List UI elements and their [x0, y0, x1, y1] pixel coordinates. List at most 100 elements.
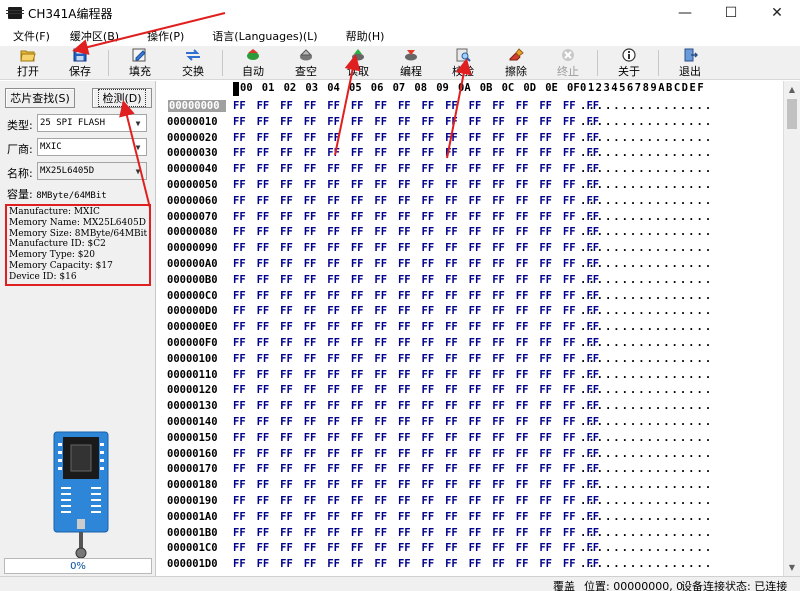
menu-help[interactable]: 帮助(H)	[333, 28, 392, 44]
hex-row[interactable]: 00000130 FF FF FF FF FF FF FF FF FF FF FF…	[157, 398, 783, 414]
hex-row[interactable]: 00000110 FF FF FF FF FF FF FF FF FF FF FF…	[157, 367, 783, 383]
hex-bytes[interactable]: FF FF FF FF FF FF FF FF FF FF FF FF FF F…	[233, 147, 599, 159]
hex-row[interactable]: 00000090 FF FF FF FF FF FF FF FF FF FF FF…	[157, 240, 783, 256]
hex-bytes[interactable]: FF FF FF FF FF FF FF FF FF FF FF FF FF F…	[233, 416, 599, 428]
hex-bytes[interactable]: FF FF FF FF FF FF FF FF FF FF FF FF FF F…	[233, 448, 599, 460]
hex-ascii[interactable]: ................	[580, 132, 713, 144]
save-button[interactable]: 保存	[55, 47, 105, 79]
blank-check-button[interactable]: 查空	[281, 47, 331, 79]
verify-button[interactable]: 校验	[438, 47, 488, 79]
hex-ascii[interactable]: ................	[580, 226, 713, 238]
close-button[interactable]: ✕	[754, 0, 800, 26]
hex-bytes[interactable]: FF FF FF FF FF FF FF FF FF FF FF FF FF F…	[233, 226, 599, 238]
vendor-select[interactable]: MXIC ▼	[37, 138, 147, 156]
hex-bytes[interactable]: FF FF FF FF FF FF FF FF FF FF FF FF FF F…	[233, 479, 599, 491]
hex-ascii[interactable]: ................	[580, 448, 713, 460]
hex-editor[interactable]: 00 01 02 03 04 05 06 07 08 09 0A 0B 0C 0D 0E 0F 01234567…	[157, 81, 783, 576]
hex-row[interactable]: 00000160 FF FF FF FF FF FF FF FF FF FF FF…	[157, 446, 783, 462]
open-button[interactable]: 打开	[3, 47, 53, 79]
hex-ascii[interactable]: ................	[580, 179, 713, 191]
hex-ascii[interactable]: ................	[580, 511, 713, 523]
hex-bytes[interactable]: FF FF FF FF FF FF FF FF FF FF FF FF FF F…	[233, 321, 599, 333]
hex-bytes[interactable]: FF FF FF FF FF FF FF FF FF FF FF FF FF F…	[233, 495, 599, 507]
hex-ascii[interactable]: ................	[580, 527, 713, 539]
hex-bytes[interactable]: FF FF FF FF FF FF FF FF FF FF FF FF FF F…	[233, 258, 599, 270]
exit-button[interactable]: 退出	[665, 47, 715, 79]
type-select[interactable]: 25 SPI FLASH ▼	[37, 114, 147, 132]
hex-row[interactable]: 00000180 FF FF FF FF FF FF FF FF FF FF FF…	[157, 477, 783, 493]
hex-row[interactable]: 00000040 FF FF FF FF FF FF FF FF FF FF FF…	[157, 161, 783, 177]
hex-bytes[interactable]: FF FF FF FF FF FF FF FF FF FF FF FF FF F…	[233, 432, 599, 444]
hex-bytes[interactable]: FF FF FF FF FF FF FF FF FF FF FF FF FF F…	[233, 558, 599, 570]
hex-row[interactable]: 000000B0 FF FF FF FF FF FF FF FF FF FF FF…	[157, 272, 783, 288]
hex-bytes[interactable]: FF FF FF FF FF FF FF FF FF FF FF FF FF F…	[233, 179, 599, 191]
hex-ascii[interactable]: ................	[580, 337, 713, 349]
auto-button[interactable]: 自动	[228, 47, 278, 79]
hex-row[interactable]: 000001A0 FF FF FF FF FF FF FF FF FF FF FF…	[157, 509, 783, 525]
hex-row[interactable]: 000000D0 FF FF FF FF FF FF FF FF FF FF FF…	[157, 303, 783, 319]
chip-search-button[interactable]: 芯片查找(S)	[5, 88, 75, 108]
hex-row[interactable]: 00000020 FF FF FF FF FF FF FF FF FF FF FF…	[157, 130, 783, 146]
menu-file[interactable]: 文件(F)	[0, 28, 57, 44]
menu-language[interactable]: 语言(Languages)(L)	[199, 28, 324, 44]
erase-button[interactable]: 擦除	[491, 47, 541, 79]
hex-row[interactable]: 00000120 FF FF FF FF FF FF FF FF FF FF FF…	[157, 382, 783, 398]
hex-bytes[interactable]: FF FF FF FF FF FF FF FF FF FF FF FF FF F…	[233, 242, 599, 254]
hex-row[interactable]: 00000140 FF FF FF FF FF FF FF FF FF FF FF…	[157, 414, 783, 430]
detect-button[interactable]: 检测(D)	[92, 88, 152, 108]
hex-ascii[interactable]: ................	[580, 463, 713, 475]
hex-row[interactable]: 000001B0 FF FF FF FF FF FF FF FF FF FF FF…	[157, 525, 783, 541]
hex-bytes[interactable]: FF FF FF FF FF FF FF FF FF FF FF FF FF F…	[233, 384, 599, 396]
minimize-button[interactable]: —	[662, 0, 708, 26]
hex-bytes[interactable]: FF FF FF FF FF FF FF FF FF FF FF FF FF F…	[233, 542, 599, 554]
hex-bytes[interactable]: FF FF FF FF FF FF FF FF FF FF FF FF FF F…	[233, 527, 599, 539]
hex-ascii[interactable]: ................	[580, 116, 713, 128]
hex-row[interactable]: 000001C0 FF FF FF FF FF FF FF FF FF FF FF…	[157, 540, 783, 556]
hex-row[interactable]: 00000050 FF FF FF FF FF FF FF FF FF FF FF…	[157, 177, 783, 193]
hex-ascii[interactable]: ................	[580, 211, 713, 223]
hex-row[interactable]: 00000070 FF FF FF FF FF FF FF FF FF FF FF…	[157, 209, 783, 225]
hex-row[interactable]: 000001D0 FF FF FF FF FF FF FF FF FF FF FF…	[157, 556, 783, 572]
hex-ascii[interactable]: ................	[580, 400, 713, 412]
hex-ascii[interactable]: ................	[580, 195, 713, 207]
hex-ascii[interactable]: ................	[580, 416, 713, 428]
hex-bytes[interactable]: FF FF FF FF FF FF FF FF FF FF FF FF FF F…	[233, 305, 599, 317]
hex-ascii[interactable]: ................	[580, 305, 713, 317]
hex-bytes[interactable]: FF FF FF FF FF FF FF FF FF FF FF FF FF F…	[233, 400, 599, 412]
name-select[interactable]: MX25L6405D ▼	[37, 162, 147, 180]
hex-bytes[interactable]: FF FF FF FF FF FF FF FF FF FF FF FF FF F…	[233, 369, 599, 381]
menu-operation[interactable]: 操作(P)	[134, 28, 191, 44]
hex-ascii[interactable]: ................	[580, 384, 713, 396]
hex-bytes[interactable]: FF FF FF FF FF FF FF FF FF FF FF FF FF F…	[233, 353, 599, 365]
hex-bytes[interactable]: FF FF FF FF FF FF FF FF FF FF FF FF FF F…	[233, 100, 599, 112]
swap-button[interactable]: 交换	[168, 47, 218, 79]
maximize-button[interactable]: ☐	[708, 0, 754, 26]
hex-row[interactable]: 000000E0 FF FF FF FF FF FF FF FF FF FF FF…	[157, 319, 783, 335]
hex-bytes[interactable]: FF FF FF FF FF FF FF FF FF FF FF FF FF F…	[233, 290, 599, 302]
hex-row[interactable]: 00000170 FF FF FF FF FF FF FF FF FF FF FF…	[157, 461, 783, 477]
scroll-thumb[interactable]	[787, 99, 797, 129]
hex-bytes[interactable]: FF FF FF FF FF FF FF FF FF FF FF FF FF F…	[233, 274, 599, 286]
about-button[interactable]: 关于	[604, 47, 654, 79]
hex-row[interactable]: 00000060 FF FF FF FF FF FF FF FF FF FF FF…	[157, 193, 783, 209]
hex-bytes[interactable]: FF FF FF FF FF FF FF FF FF FF FF FF FF F…	[233, 195, 599, 207]
hex-ascii[interactable]: ................	[580, 558, 713, 570]
hex-ascii[interactable]: ................	[580, 163, 713, 175]
hex-row[interactable]: 00000000 FF FF FF FF FF FF FF FF FF FF FF…	[157, 98, 783, 114]
hex-ascii[interactable]: ................	[580, 242, 713, 254]
scroll-up-icon[interactable]: ▲	[784, 81, 800, 98]
program-button[interactable]: 编程	[386, 47, 436, 79]
hex-bytes[interactable]: FF FF FF FF FF FF FF FF FF FF FF FF FF F…	[233, 211, 599, 223]
hex-ascii[interactable]: ................	[580, 290, 713, 302]
hex-row[interactable]: 00000010 FF FF FF FF FF FF FF FF FF FF FF…	[157, 114, 783, 130]
hex-bytes[interactable]: FF FF FF FF FF FF FF FF FF FF FF FF FF F…	[233, 511, 599, 523]
stop-button[interactable]: 终止	[543, 47, 593, 79]
hex-ascii[interactable]: ................	[580, 369, 713, 381]
hex-ascii[interactable]: ................	[580, 100, 713, 112]
hex-row[interactable]: 00000030 FF FF FF FF FF FF FF FF FF FF FF…	[157, 145, 783, 161]
hex-ascii[interactable]: ................	[580, 495, 713, 507]
menu-buffer[interactable]: 缓冲区(B)	[57, 28, 126, 44]
hex-bytes[interactable]: FF FF FF FF FF FF FF FF FF FF FF FF FF F…	[233, 463, 599, 475]
hex-ascii[interactable]: ................	[580, 353, 713, 365]
hex-bytes[interactable]: FF FF FF FF FF FF FF FF FF FF FF FF FF F…	[233, 116, 599, 128]
